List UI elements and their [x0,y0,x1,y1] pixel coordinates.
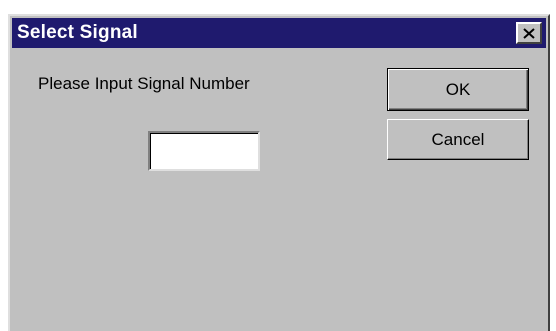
close-button[interactable] [516,22,542,44]
close-icon [523,27,535,39]
select-signal-dialog: Select Signal Please Input Signal Number… [8,14,550,331]
cancel-button-label: Cancel [431,129,485,149]
cancel-button[interactable]: Cancel [387,119,529,160]
signal-number-input[interactable] [148,131,260,171]
dialog-title: Select Signal [17,22,138,43]
ok-button-label: OK [445,79,471,99]
signal-number-prompt: Please Input Signal Number [38,74,250,93]
ok-button[interactable]: OK [387,68,529,111]
title-bar[interactable]: Select Signal [12,18,546,48]
